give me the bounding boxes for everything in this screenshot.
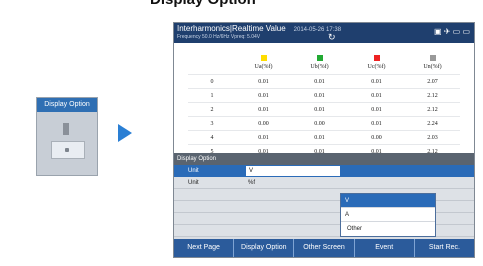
table-cell: 0.00 [291, 116, 348, 131]
display-option-button[interactable]: Display Option [234, 239, 295, 257]
table-cell: 2.07 [405, 74, 460, 89]
unit-value: %f [248, 180, 256, 186]
column-header [188, 50, 236, 75]
column-header-ub: Ub(%f) [291, 50, 348, 75]
color-swatch-uc [373, 54, 380, 61]
table-cell: 2 [188, 102, 236, 117]
column-header-ua: Ua(%f) [236, 50, 291, 75]
table-cell: 0.01 [348, 74, 405, 89]
table-cell: 0.00 [236, 116, 291, 131]
table-cell: 0.01 [348, 102, 405, 117]
color-swatch-ub [316, 54, 323, 61]
table-row: 2 0.01 0.01 0.01 2.12 [188, 102, 460, 117]
unit-select-field[interactable]: V [246, 166, 340, 176]
table-cell: 0.01 [291, 74, 348, 89]
table-cell: 2.12 [405, 102, 460, 117]
column-label: Ua(%f) [254, 63, 273, 70]
table-row: 4 0.01 0.01 0.00 2.03 [188, 130, 460, 145]
indicator-slot [63, 123, 69, 135]
table-cell: 0 [188, 74, 236, 89]
display-option-header: Display Option [174, 153, 474, 165]
table-cell: 4 [188, 130, 236, 145]
table-cell: 0.01 [348, 88, 405, 103]
dropdown-option-v[interactable]: V [341, 194, 435, 208]
column-header-un: Un(%f) [405, 50, 460, 75]
column-label: Uc(%f) [367, 63, 386, 70]
column-label: Un(%f) [423, 63, 442, 70]
table-row: 3 0.00 0.00 0.01 2.24 [188, 116, 460, 131]
table-cell: 0.01 [236, 88, 291, 103]
table-row: 0 0.01 0.01 0.01 2.07 [188, 74, 460, 89]
dropdown-option-a[interactable]: A [341, 208, 435, 222]
screen-title-text: Interharmonics|Realtime Value [177, 24, 286, 33]
page-heading: Display Option [150, 0, 256, 8]
table-cell: 0.01 [236, 74, 291, 89]
dropdown-option-other[interactable]: Other [341, 222, 435, 236]
softkey-bar: Next Page Display Option Other Screen Ev… [174, 239, 474, 257]
device-screen: Interharmonics|Realtime Value 2014-05-26 … [173, 22, 475, 258]
title-bar: Interharmonics|Realtime Value 2014-05-26 … [174, 23, 474, 43]
table-cell: 0.01 [291, 88, 348, 103]
start-rec-button[interactable]: Start Rec. [415, 239, 474, 257]
unit-label: Unit [188, 168, 199, 174]
table-cell: 0.01 [236, 130, 291, 145]
table-cell: 1 [188, 88, 236, 103]
display-option-panel-title: Display Option [37, 98, 97, 112]
event-button[interactable]: Event [355, 239, 415, 257]
column-header-uc: Uc(%f) [348, 50, 405, 75]
screen-subtitle: Frequency 50.0 Hz/6Hz Vpreq: 5.04V [177, 34, 261, 40]
unit-dropdown[interactable]: V A Other [340, 193, 436, 237]
table-cell: 3 [188, 116, 236, 131]
values-table-area: Ua(%f) Ub(%f) Uc(%f) Un(%f) 0 0.01 0.01 0.0… [174, 43, 474, 159]
next-page-button[interactable]: Next Page [174, 239, 235, 257]
display-option-panel: Display Option [36, 97, 98, 176]
unit-row[interactable]: Unit %f [174, 177, 474, 189]
table-cell: 2.12 [405, 88, 460, 103]
column-label: Ub(%f) [310, 63, 329, 70]
table-cell: 0.01 [291, 130, 348, 145]
status-icons: ▣ ✈ ▭ ▭ [433, 27, 470, 36]
unit-label: Unit [188, 180, 199, 186]
table-cell: 2.24 [405, 116, 460, 131]
color-swatch-ua [260, 54, 267, 61]
display-option-key[interactable] [51, 141, 85, 159]
refresh-icon[interactable]: ↻ [328, 33, 336, 42]
table-header-row: Ua(%f) Ub(%f) Uc(%f) Un(%f) [188, 50, 460, 75]
table-cell: 0.01 [348, 116, 405, 131]
values-table: Ua(%f) Ub(%f) Uc(%f) Un(%f) 0 0.01 0.01 0.0… [188, 50, 460, 159]
unit-row-selected[interactable]: Unit V [174, 165, 474, 177]
other-screen-button[interactable]: Other Screen [294, 239, 355, 257]
table-row: 1 0.01 0.01 0.01 2.12 [188, 88, 460, 103]
table-cell: 0.01 [291, 102, 348, 117]
table-cell: 0.01 [236, 102, 291, 117]
screen-title: Interharmonics|Realtime Value 2014-05-26 … [177, 24, 341, 33]
key-dot [65, 148, 69, 152]
table-cell: 0.00 [348, 130, 405, 145]
arrow-right-icon [118, 124, 132, 142]
table-cell: 2.03 [405, 130, 460, 145]
color-swatch-un [429, 54, 436, 61]
